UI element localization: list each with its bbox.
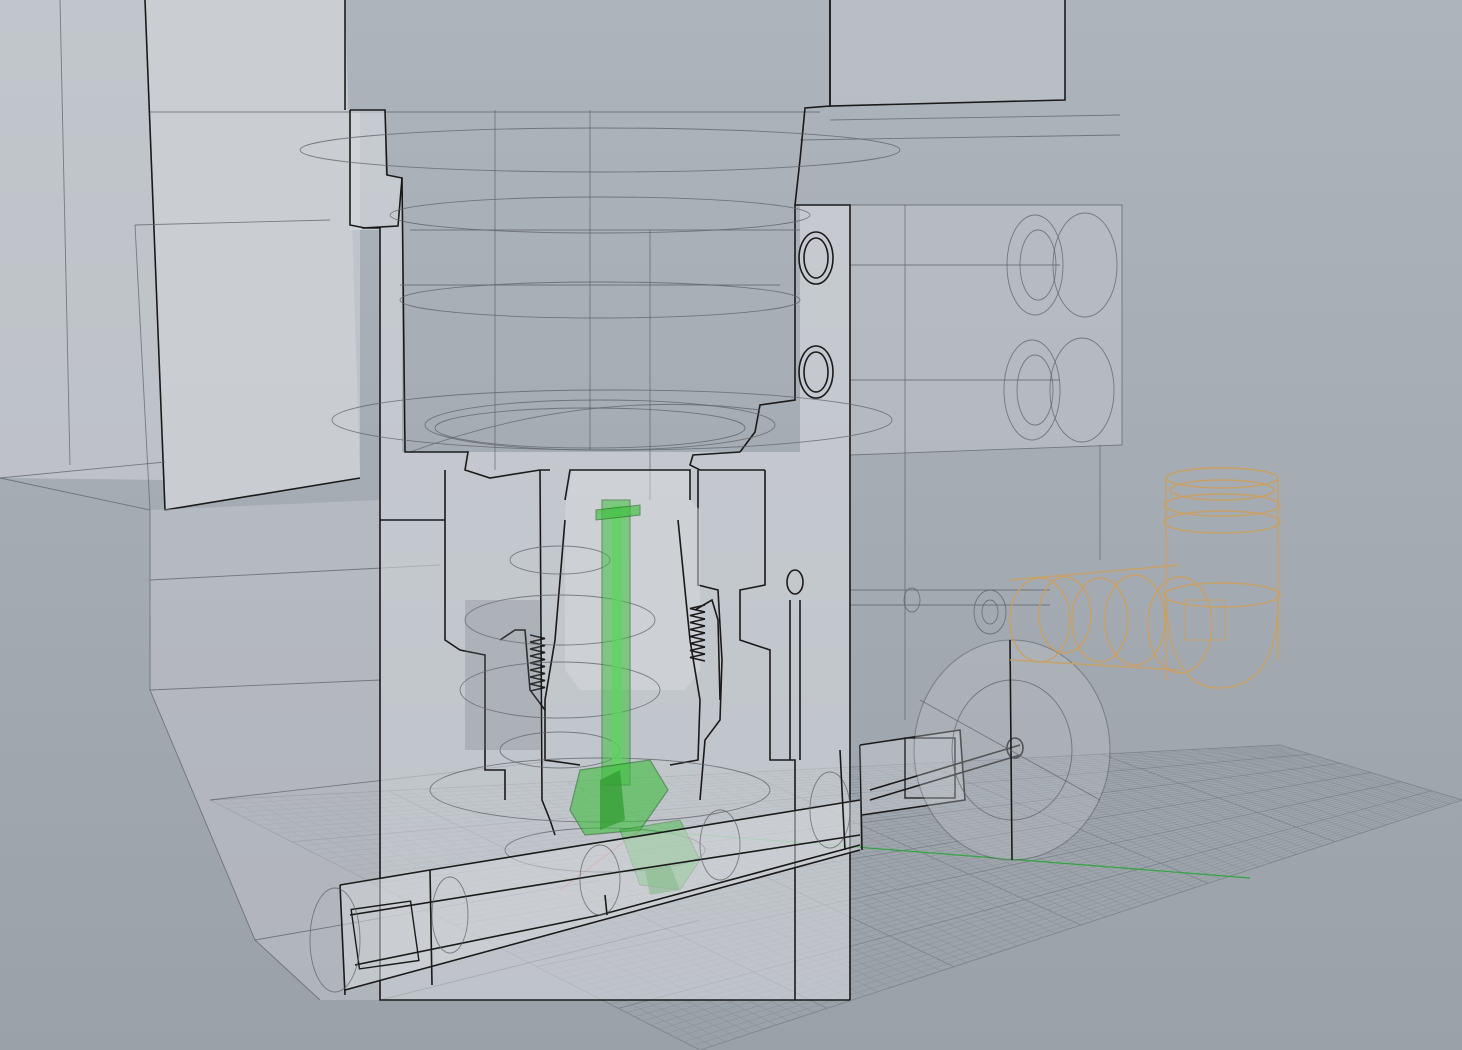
handwheel-disc[interactable] bbox=[913, 639, 1111, 861]
rear-housing-block[interactable] bbox=[799, 0, 1121, 141]
cad-viewport[interactable] bbox=[0, 0, 1462, 1050]
left-housing-block[interactable] bbox=[0, 0, 820, 511]
cad-model-scene[interactable] bbox=[0, 0, 1462, 1050]
side-plug[interactable] bbox=[903, 587, 1007, 635]
manifold-block[interactable] bbox=[849, 204, 1123, 720]
